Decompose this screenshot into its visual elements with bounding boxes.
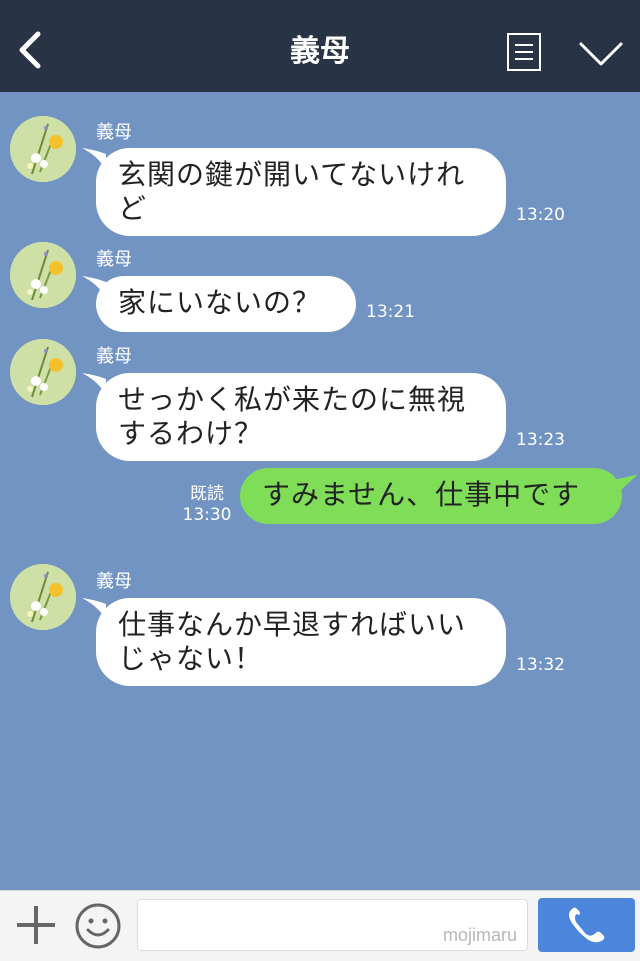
message-bubble[interactable]: せっかく私が来たのに無視 するわけ？ bbox=[96, 373, 506, 461]
sender-name: 義母 bbox=[96, 571, 132, 592]
message-time: 13:30 bbox=[182, 505, 232, 525]
bubble-tail bbox=[610, 474, 638, 496]
read-label: 既読 bbox=[190, 484, 224, 504]
avatar[interactable] bbox=[10, 564, 76, 630]
message-time: 13:20 bbox=[516, 205, 565, 225]
avatar[interactable] bbox=[10, 116, 76, 182]
flower-avatar-icon bbox=[10, 242, 76, 308]
phone-icon bbox=[569, 907, 605, 943]
message-bubble[interactable]: 仕事なんか早退すればいい じゃない！ bbox=[96, 598, 506, 686]
message-bubble[interactable]: 玄関の鍵が開いてないけれ ど bbox=[96, 148, 506, 236]
message-time: 13:23 bbox=[516, 430, 565, 450]
flower-avatar-icon bbox=[10, 116, 76, 182]
input-bar: mojimaru bbox=[0, 890, 640, 961]
chat-area[interactable]: 義母 玄関の鍵が開いてないけれ ど 13:20 義母 家にいないの？ 13:21 bbox=[0, 92, 640, 890]
avatar[interactable] bbox=[10, 242, 76, 308]
sender-name: 義母 bbox=[96, 249, 132, 270]
call-button[interactable] bbox=[538, 898, 635, 952]
flower-avatar-icon bbox=[10, 564, 76, 630]
chat-header: 義母 bbox=[0, 0, 640, 92]
avatar[interactable] bbox=[10, 339, 76, 405]
chevron-down-icon[interactable] bbox=[578, 40, 624, 68]
flower-avatar-icon bbox=[10, 339, 76, 405]
message-time: 13:32 bbox=[516, 655, 565, 675]
read-status: 既読 13:30 bbox=[182, 484, 232, 526]
plus-icon[interactable] bbox=[14, 903, 58, 947]
message-bubble[interactable]: 家にいないの？ bbox=[96, 276, 356, 332]
watermark-text: mojimaru bbox=[442, 925, 517, 945]
my-message-bubble[interactable]: すみません、仕事中です bbox=[240, 468, 622, 524]
sender-name: 義母 bbox=[96, 122, 132, 143]
menu-icon[interactable] bbox=[506, 32, 542, 72]
chat-title: 義母 bbox=[290, 34, 350, 69]
message-time: 13:21 bbox=[366, 302, 415, 322]
emoji-icon[interactable] bbox=[74, 902, 122, 950]
message-input[interactable]: mojimaru bbox=[137, 899, 528, 951]
sender-name: 義母 bbox=[96, 346, 132, 367]
